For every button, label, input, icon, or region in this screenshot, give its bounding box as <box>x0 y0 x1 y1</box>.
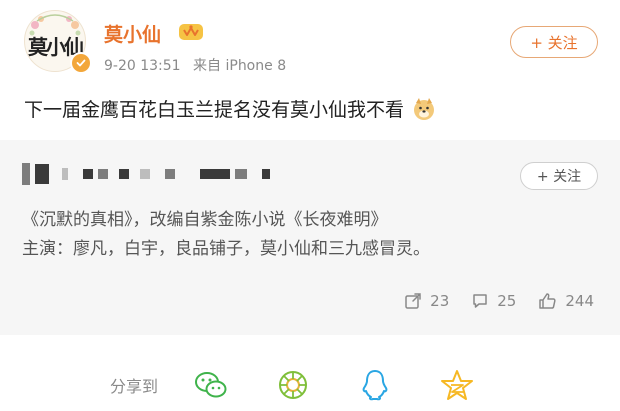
like-count-button[interactable]: 244 <box>538 292 594 310</box>
pixelated-name-icon <box>22 162 270 186</box>
repost-count-button[interactable]: 23 <box>404 292 449 310</box>
doge-emoji-icon <box>414 97 435 120</box>
repost-text-line1: 《沉默的真相》，改编自紫金陈小说《长夜难明》 <box>22 210 388 230</box>
comment-icon <box>473 294 488 308</box>
qzone-icon[interactable] <box>440 368 474 402</box>
verified-badge-icon <box>70 52 92 74</box>
repost-text-line2: 主演：廖凡，白宇，良品铺子，莫小仙和三九感冒灵。 <box>22 239 430 259</box>
repost-count: 23 <box>430 292 450 310</box>
author-name[interactable]: 莫小仙 <box>104 20 161 47</box>
like-icon <box>539 293 556 309</box>
post-content: 下一届金鹰百花白玉兰提名没有莫小仙我不看 <box>24 95 436 122</box>
like-count: 244 <box>565 292 594 310</box>
comment-count-button[interactable]: 25 <box>471 292 516 310</box>
wechat-icon[interactable] <box>194 368 228 402</box>
repost-icon <box>405 293 421 309</box>
post-source[interactable]: 来自 iPhone 8 <box>193 58 286 74</box>
post-time: 9-20 13:51 <box>104 58 181 74</box>
comment-count: 25 <box>497 292 517 310</box>
repost-text: 《沉默的真相》，改编自紫金陈小说《长夜难明》 主演：廖凡，白宇，良品铺子，莫小仙… <box>22 206 430 264</box>
follow-button-label: + 关注 <box>530 33 578 52</box>
vip-crown-badge-icon <box>179 24 203 40</box>
follow-repost-author-button[interactable]: + 关注 <box>520 162 598 190</box>
reposted-card[interactable]: + 关注 《沉默的真相》，改编自紫金陈小说《长夜难明》 主演：廖凡，白宇，良品铺… <box>0 140 620 335</box>
follow-author-button[interactable]: + 关注 <box>510 26 598 58</box>
post-meta: 9-20 13:51 来自 iPhone 8 <box>104 55 294 75</box>
qq-icon[interactable] <box>358 368 392 402</box>
moments-icon[interactable] <box>276 368 310 402</box>
follow-repost-label: + 关注 <box>536 169 582 185</box>
post-content-text: 下一届金鹰百花白玉兰提名没有莫小仙我不看 <box>24 99 405 121</box>
repost-stats: 23 25 244 <box>404 292 594 310</box>
share-bar: 分享到 <box>110 368 522 402</box>
share-label: 分享到 <box>110 377 159 396</box>
